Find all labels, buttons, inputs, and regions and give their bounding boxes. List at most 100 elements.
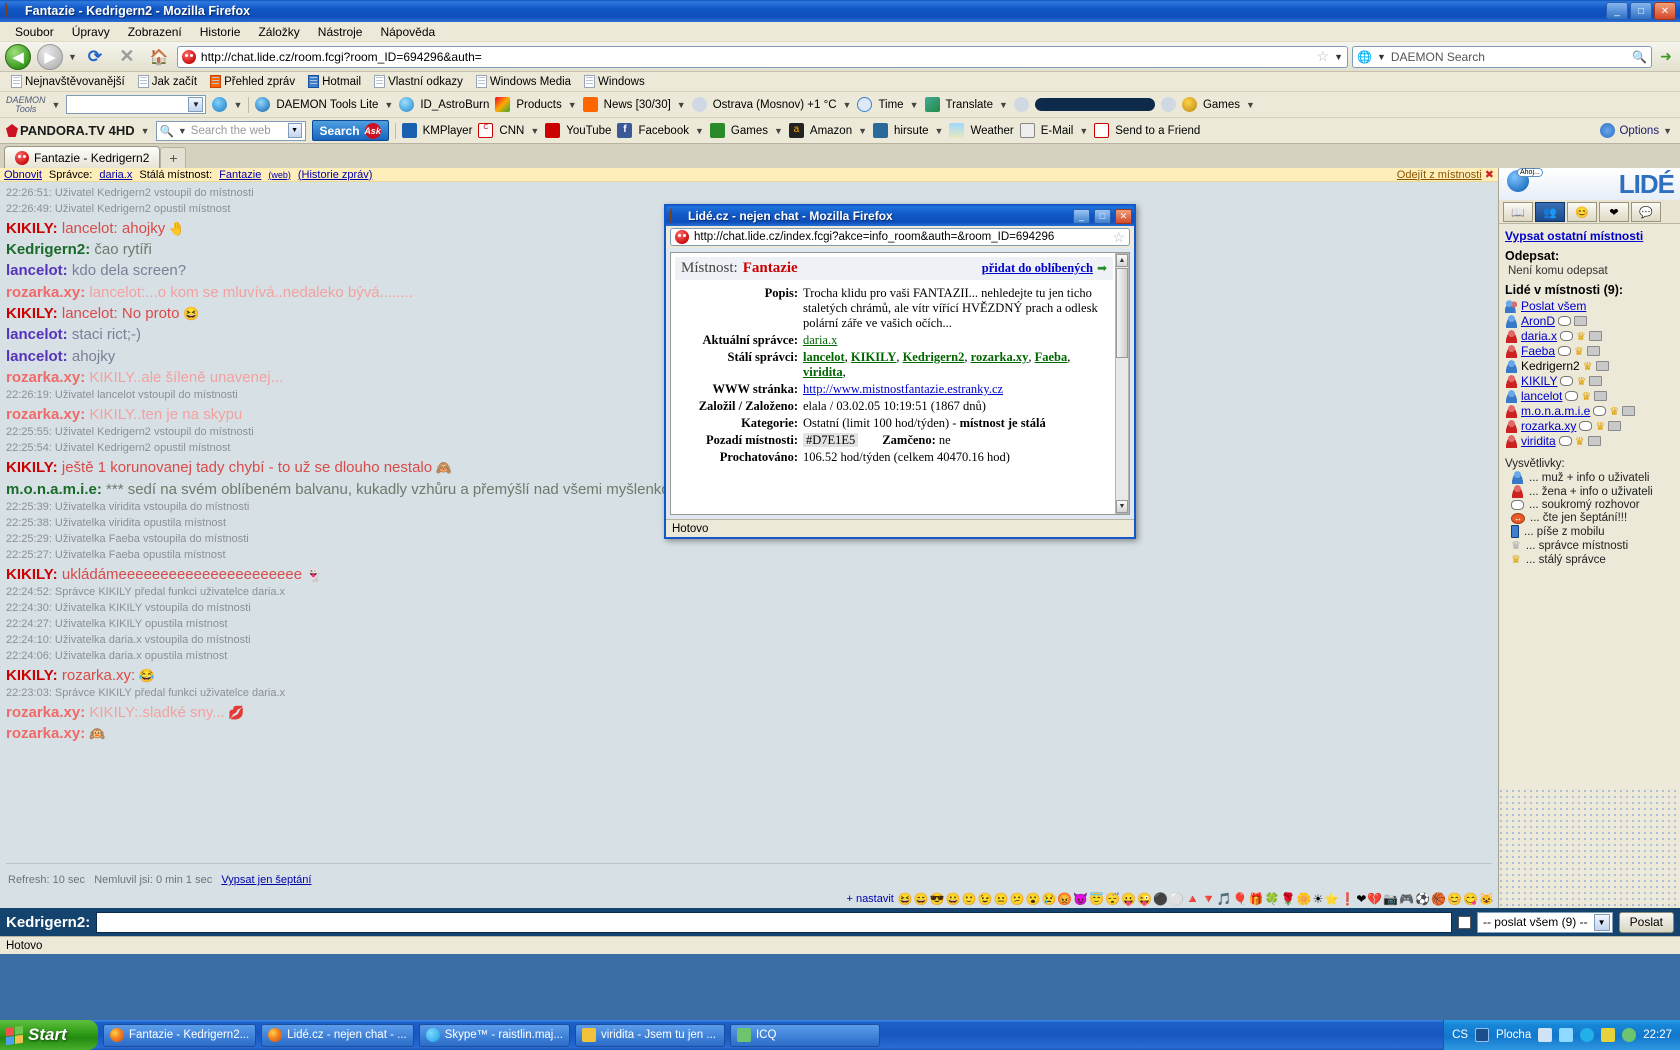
male-user-icon[interactable] <box>1505 359 1518 373</box>
chevron-down-icon[interactable]: ▼ <box>1663 126 1672 136</box>
show-desktop-icon[interactable] <box>1475 1028 1490 1042</box>
send-all-link[interactable]: Poslat všem <box>1521 299 1586 313</box>
send-to-friend-icon[interactable] <box>1094 123 1110 138</box>
refresh-link[interactable]: Obnovit <box>4 169 42 181</box>
room-name-link[interactable]: Fantazie <box>219 169 261 181</box>
emoticon-button[interactable]: 🏀 <box>1431 892 1446 906</box>
rss-news-icon[interactable] <box>582 97 598 112</box>
hirsute-icon[interactable] <box>873 123 889 138</box>
youtube-button[interactable]: YouTube <box>566 125 611 137</box>
weather-icon[interactable] <box>949 123 965 138</box>
search-engine-dropdown-icon[interactable]: ▼ <box>1377 52 1386 62</box>
bookmark-star-icon[interactable]: ☆ <box>1112 229 1125 246</box>
add-to-favorites-link[interactable]: přidat do oblíbených <box>982 261 1093 276</box>
chevron-down-icon[interactable]: ▼ <box>677 100 686 110</box>
user-list-item[interactable]: KIKILY ♛ <box>1505 374 1675 388</box>
history-dropdown-icon[interactable]: ▼ <box>68 52 77 62</box>
user-list-item[interactable]: Kedrigern2 ♛ <box>1505 359 1675 373</box>
emoticon-button[interactable]: 🙂 <box>962 892 977 906</box>
search-input[interactable]: 🌐 ▼ DAEMON Search 🔍 <box>1352 45 1652 68</box>
emoticon-button[interactable]: 🍀 <box>1265 892 1280 906</box>
new-tab-button[interactable]: + <box>160 147 187 168</box>
female-user-icon[interactable] <box>1505 419 1518 433</box>
maximize-button[interactable]: □ <box>1630 2 1652 20</box>
male-user-icon[interactable] <box>1505 389 1518 403</box>
emoticon-button[interactable]: 😜 <box>1137 892 1152 906</box>
reload-icon[interactable]: ⟳ <box>81 44 109 70</box>
minimize-button[interactable]: _ <box>1606 2 1628 20</box>
bookmark-windows-media[interactable]: Windows Media <box>471 74 576 89</box>
chevron-down-icon[interactable]: ▼ <box>530 126 539 136</box>
cnn-icon[interactable]: C <box>478 123 494 138</box>
send-button[interactable]: Poslat <box>1618 911 1674 933</box>
speech-bubble-icon[interactable] <box>1579 421 1593 431</box>
emoticon-button[interactable]: 😀 <box>946 892 961 906</box>
popup-close-button[interactable]: ✕ <box>1115 208 1132 224</box>
email-button[interactable]: E-Mail <box>1041 125 1074 137</box>
emoticon-button[interactable]: ⚫ <box>1153 892 1168 906</box>
weather-button[interactable]: Ostrava (Mosnov) +1 °C <box>713 99 837 111</box>
chevron-down-icon[interactable]: ▼ <box>1079 126 1088 136</box>
network-icon[interactable] <box>1559 1028 1574 1042</box>
emoticon-button[interactable]: 🎮 <box>1399 892 1414 906</box>
heart-icon[interactable]: ❤ <box>1599 202 1629 222</box>
chevron-down-icon[interactable]: ▼ <box>178 126 187 136</box>
permanent-admin-link[interactable]: KIKILY <box>851 350 896 364</box>
user-name[interactable]: AronD <box>1521 314 1555 328</box>
stop-icon[interactable]: ✕ <box>113 44 141 70</box>
emoticon-button[interactable]: ❗ <box>1340 892 1355 906</box>
emoticon-button[interactable]: 🎵 <box>1217 892 1232 906</box>
user-list-item[interactable]: daria.x ♛ <box>1505 329 1675 343</box>
female-user-icon[interactable] <box>1505 344 1518 358</box>
chevron-down-icon[interactable]: ▼ <box>1593 913 1610 931</box>
send-all-row[interactable]: Poslat všem <box>1505 299 1675 313</box>
leave-room-button[interactable]: Odejít z místnosti ✖ <box>1397 168 1494 182</box>
games-icon[interactable] <box>1181 97 1197 112</box>
menu-zobrazeni[interactable]: Zobrazení <box>119 23 191 41</box>
chevron-down-icon[interactable]: ▼ <box>188 97 204 112</box>
astroburn-icon[interactable] <box>399 97 415 112</box>
globe-icon[interactable] <box>212 97 228 112</box>
nastavit-link[interactable]: + nastavit <box>846 893 893 905</box>
daemon-brand-dropdown-icon[interactable]: ▼ <box>52 100 61 110</box>
tab-fantazie[interactable]: Fantazie - Kedrigern2 <box>4 146 161 168</box>
emoticon-button[interactable]: 😮 <box>1025 892 1040 906</box>
menu-napoveda[interactable]: Nápověda <box>371 23 444 41</box>
message-nick[interactable]: KIKILY: <box>6 667 58 684</box>
bookmark-jak-zacit[interactable]: Jak začít <box>133 74 202 89</box>
url-bar[interactable]: http://chat.lide.cz/room.fcgi?room_ID=69… <box>176 45 1348 68</box>
astroburn-button[interactable]: ID_AstroBurn <box>420 99 489 111</box>
antivirus-tray-icon[interactable] <box>1601 1028 1616 1042</box>
emoticon-button[interactable]: 🔺 <box>1185 892 1200 906</box>
user-list-item[interactable]: rozarka.xy ♛ <box>1505 419 1675 433</box>
emoticon-button[interactable]: 🌼 <box>1297 892 1312 906</box>
camera-icon[interactable] <box>1586 346 1600 356</box>
search-button[interactable]: Search Ask <box>311 120 389 141</box>
chevron-down-icon[interactable]: ▼ <box>910 100 919 110</box>
clock-icon[interactable] <box>857 97 873 112</box>
female-user-icon[interactable] <box>1505 329 1518 343</box>
chevron-down-icon[interactable]: ▼ <box>774 126 783 136</box>
amazon-icon[interactable]: a <box>788 123 804 138</box>
speech-bubble-icon[interactable] <box>1560 331 1574 341</box>
youtube-icon[interactable] <box>545 123 561 138</box>
message-nick[interactable]: KIKILY: <box>6 220 58 237</box>
language-indicator[interactable]: CS <box>1452 1029 1468 1041</box>
facebook-icon[interactable]: f <box>617 123 633 138</box>
room-website-link[interactable]: http://www.mistnostfantazie.estranky.cz <box>803 382 1003 396</box>
emoticon-button[interactable]: 🎈 <box>1233 892 1248 906</box>
user-name[interactable]: Faeba <box>1521 344 1555 358</box>
message-nick[interactable]: KIKILY: <box>6 305 58 322</box>
emoticon-button[interactable]: 😋 <box>1463 892 1478 906</box>
emoticon-button[interactable]: ⚽ <box>1415 892 1430 906</box>
menu-zalozky[interactable]: Záložky <box>249 23 308 41</box>
user-name[interactable]: daria.x <box>1521 329 1557 343</box>
chevron-down-icon[interactable]: ▼ <box>935 126 944 136</box>
camera-icon[interactable] <box>1589 376 1603 386</box>
user-name[interactable]: rozarka.xy <box>1521 419 1576 433</box>
permanent-admin-link[interactable]: rozarka.xy <box>971 350 1029 364</box>
taskbar-button[interactable]: viridita - Jsem tu jen ... <box>574 1023 725 1047</box>
popup-url-input[interactable]: http://chat.lide.cz/index.fcgi?akce=info… <box>670 228 1130 246</box>
chevron-down-icon[interactable]: ▼ <box>843 100 852 110</box>
chat-icon[interactable]: 💬 <box>1631 202 1661 222</box>
